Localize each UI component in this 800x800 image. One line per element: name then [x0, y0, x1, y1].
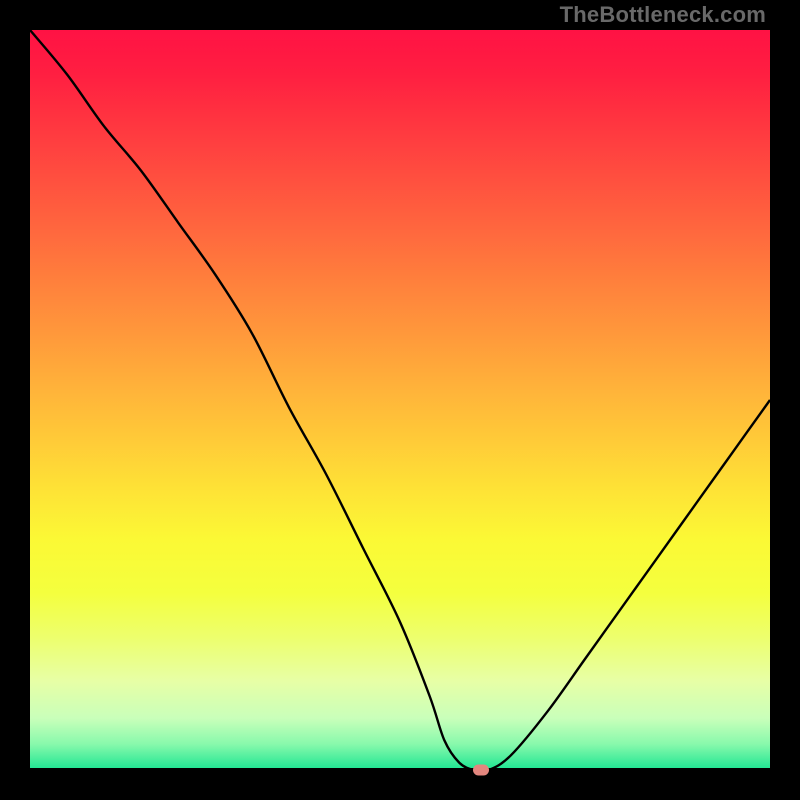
bottleneck-curve [30, 30, 770, 770]
plot-area [30, 30, 770, 770]
watermark: TheBottleneck.com [560, 2, 766, 28]
optimal-marker [473, 765, 489, 776]
baseline [30, 768, 770, 770]
curve-layer [30, 30, 770, 770]
